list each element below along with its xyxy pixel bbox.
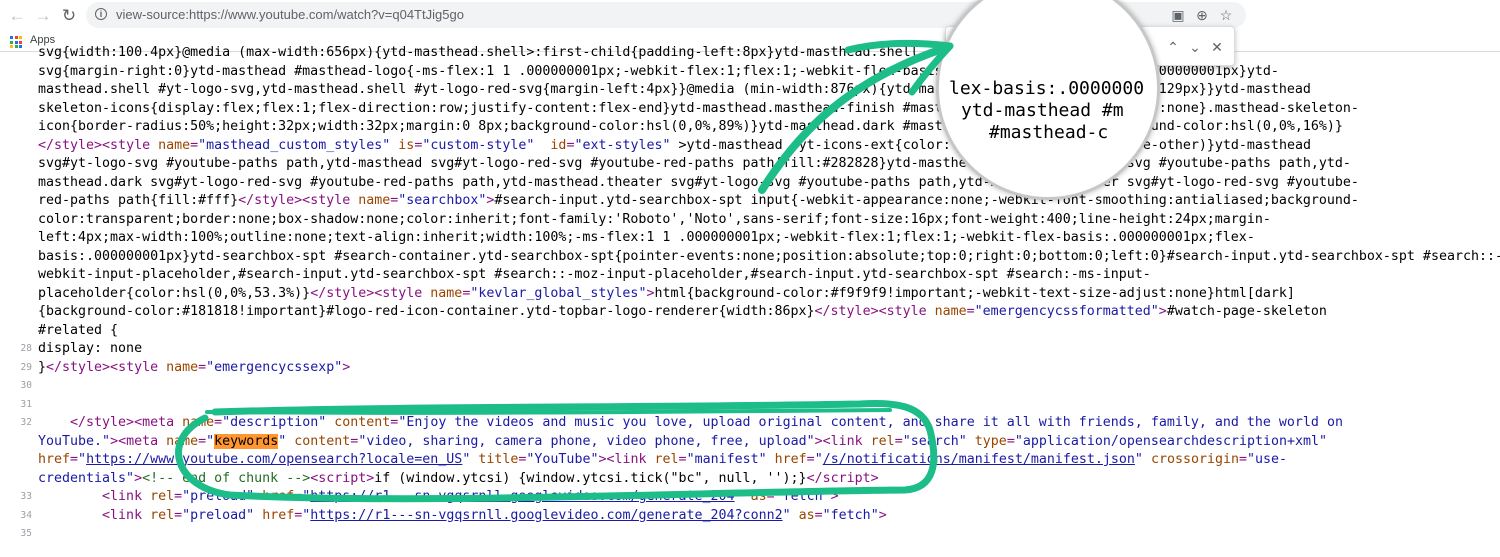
source-line: svg{width:100.4px}@media (max-width:656p… (0, 44, 1500, 63)
line-number: 32 (20, 417, 32, 428)
source-line: svg#yt-logo-svg #youtube-paths path,ytd-… (0, 155, 1500, 174)
magnified-text: ytd-masthead #m (961, 100, 1124, 121)
find-close-button[interactable]: ✕ (1208, 38, 1226, 56)
reload-icon[interactable]: ↻ (57, 3, 81, 27)
source-line: 29}</style><style name="emergencycssexp"… (0, 359, 1500, 378)
source-line: skeleton-icons{display:flex;flex:1;flex-… (0, 100, 1500, 119)
line-number: 35 (20, 528, 32, 539)
source-line: 34 <link rel="preload" href="https://r1-… (0, 507, 1500, 526)
source-line: </style><style name="masthead_custom_sty… (38, 137, 1311, 153)
code-text: display: none (38, 341, 143, 356)
back-arrow-icon[interactable]: ← (5, 3, 29, 27)
line-number: 29 (20, 361, 32, 373)
source-line: {background-color:#181818!important}#log… (38, 304, 1327, 319)
zoom-icon[interactable]: ⊕ (1194, 7, 1210, 23)
code-text: svg{margin-right:0}ytd-masthead #masthea… (38, 63, 1279, 79)
preload-link-conn2[interactable]: https://r1---sn-vgqsrnll.googlevideo.com… (310, 508, 782, 523)
magnified-text: #masthead-c (989, 122, 1109, 143)
code-text: webkit-input-placeholder,#search-input.y… (38, 267, 1151, 282)
code-text: left:4px;max-width:100%;outline:none;tex… (38, 230, 1255, 245)
source-line: basis:.000000001px}ytd-searchbox-spt #se… (0, 248, 1500, 267)
bookmark-star-icon[interactable]: ☆ (1218, 7, 1234, 23)
source-line: svg{margin-right:0}ytd-masthead #masthea… (0, 63, 1500, 82)
source-line: #related { (0, 322, 1500, 341)
source-line: masthead.dark svg#yt-logo-red-svg #youtu… (0, 174, 1500, 193)
source-line: 35 (0, 525, 1500, 544)
code-text: masthead.shell #yt-logo-svg,ytd-masthead… (38, 82, 1311, 97)
code-text: svg{width:100.4px}@media (max-width:656p… (38, 45, 919, 60)
source-line: 33 <link rel="preload" href="https://r1-… (0, 488, 1500, 507)
style-close-tag: </style> (38, 137, 103, 153)
code-text: svg#yt-logo-svg #youtube-paths path,ytd-… (38, 156, 1351, 171)
line-number: 31 (20, 398, 32, 410)
source-line: masthead.shell #yt-logo-svg,ytd-masthead… (0, 81, 1500, 100)
source-line: left:4px;max-width:100%;outline:none;tex… (0, 229, 1500, 248)
source-line: red-paths path{fill:#fff}</style><style … (38, 193, 1359, 208)
opensearch-link[interactable]: https://www.youtube.com/opensearch?local… (86, 452, 462, 467)
source-line: YouTube."><meta name="keywords" content=… (38, 433, 1328, 449)
source-view: svg{width:100.4px}@media (max-width:656p… (0, 44, 1500, 544)
find-match-highlight: keywords (214, 433, 279, 449)
line-number: 30 (20, 380, 32, 391)
manifest-link[interactable]: /s/notifications/manifest/manifest.json (823, 452, 1135, 467)
find-next-button[interactable]: ⌄ (1186, 38, 1204, 56)
preload-link[interactable]: https://r1---sn-vgqsrnll.googlevideo.com… (310, 489, 734, 504)
source-line: credentials"><!-- end of chunk --><scrip… (38, 470, 879, 486)
line-number: 34 (20, 509, 32, 521)
find-previous-button[interactable]: ⌃ (1164, 38, 1182, 56)
code-text: basis:.000000001px}ytd-searchbox-spt #se… (38, 248, 1500, 264)
code-text: color:transparent;border:none;box-shadow… (38, 211, 1271, 227)
line-number: 28 (20, 343, 32, 354)
source-line: 31 (0, 396, 1500, 415)
line-number: 33 (20, 491, 32, 502)
forward-arrow-icon[interactable]: → (31, 3, 55, 27)
translate-icon[interactable]: ▣ (1170, 7, 1186, 23)
magnified-text: lex-basis:.0000000 (949, 78, 1145, 99)
code-text: icon{border-radius:50%;height:32px;width… (38, 119, 1343, 134)
browser-toolbar: ← → ↻ i view-source:https://www.youtube.… (0, 0, 1500, 30)
source-line: placeholder{color:hsl(0,0%,53.3%)}</styl… (38, 285, 1295, 301)
source-line: href="https://www.youtube.com/opensearch… (38, 452, 1288, 467)
code-text: masthead.dark svg#yt-logo-red-svg #youtu… (38, 174, 1359, 190)
source-line: 30 (0, 377, 1500, 396)
address-url[interactable]: view-source:https://www.youtube.com/watc… (116, 7, 464, 23)
code-text: skeleton-icons{display:flex;flex:1;flex-… (38, 100, 1359, 116)
code-text: #related { (38, 322, 119, 338)
source-line: color:transparent;border:none;box-shadow… (0, 211, 1500, 230)
source-line: 28 display: none (0, 340, 1500, 359)
source-line: webkit-input-placeholder,#search-input.y… (0, 266, 1500, 285)
info-icon[interactable]: i (95, 8, 107, 20)
source-line: icon{border-radius:50%;height:32px;width… (0, 118, 1500, 137)
source-line: 32 </style><meta name="description" cont… (0, 414, 1500, 433)
